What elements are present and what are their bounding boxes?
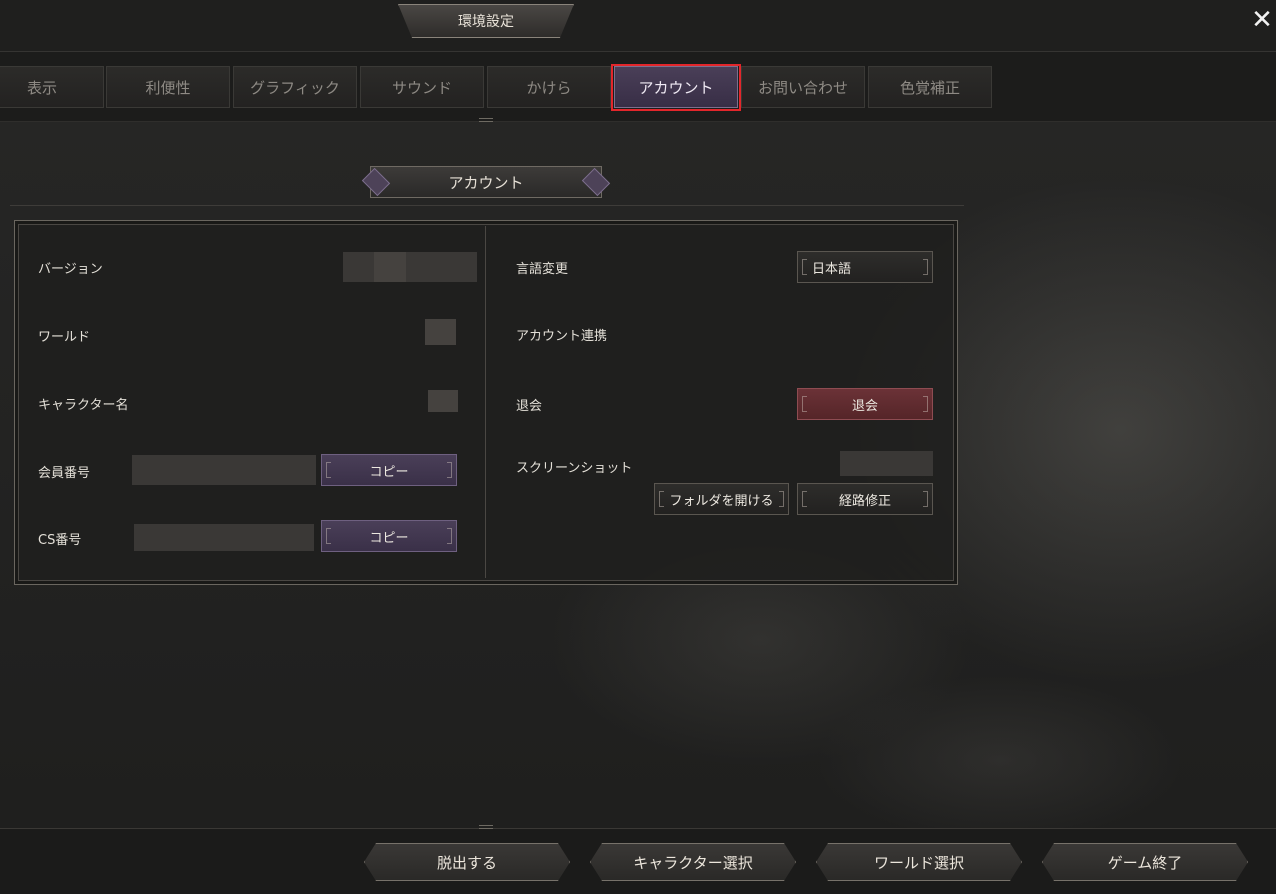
tab-label: お問い合わせ: [757, 78, 848, 97]
tab-contact[interactable]: お問い合わせ: [741, 66, 865, 108]
character-select-button[interactable]: キャラクター選択: [590, 843, 796, 881]
top-bar: [0, 0, 1276, 52]
button-label: 退会: [851, 398, 878, 414]
tab-sound[interactable]: サウンド: [360, 66, 484, 108]
window-title-text: 環境設定: [458, 14, 514, 30]
ornament: [447, 462, 452, 478]
member-copy-button[interactable]: コピー: [321, 454, 457, 486]
ornament: [802, 491, 807, 507]
character-name-label: キャラクター名: [38, 398, 129, 413]
button-label: キャラクター選択: [633, 853, 753, 872]
tab-fragments[interactable]: かけら: [487, 66, 611, 108]
member-number-label: 会員番号: [38, 466, 91, 481]
tab-label: 色覚補正: [899, 78, 960, 97]
ornament: [923, 259, 928, 275]
button-label: 経路修正: [838, 493, 891, 509]
account-link-label: アカウント連携: [516, 329, 608, 344]
tab-label: 表示: [26, 78, 57, 97]
withdraw-button[interactable]: 退会: [797, 388, 933, 420]
button-label: 脱出する: [436, 853, 497, 872]
ornament: [479, 825, 493, 829]
ornament: [326, 462, 331, 478]
world-label: ワールド: [38, 330, 91, 345]
quit-game-button[interactable]: ゲーム終了: [1042, 843, 1248, 881]
world-select-button[interactable]: ワールド選択: [816, 843, 1022, 881]
cs-number-masked: [134, 524, 314, 551]
ornament: [326, 528, 331, 544]
tab-label: かけら: [526, 78, 572, 97]
button-label: コピー: [369, 530, 409, 546]
button-label: コピー: [369, 464, 409, 480]
ornament: [779, 491, 784, 507]
button-label: ワールド選択: [873, 853, 964, 872]
ornament: [447, 528, 452, 544]
close-icon: ✕: [1251, 5, 1273, 35]
tab-highlight: [611, 64, 741, 111]
screenshot-label: スクリーンショット: [516, 461, 633, 476]
ornament: [923, 491, 928, 507]
language-label: 言語変更: [516, 262, 569, 277]
withdraw-label: 退会: [516, 399, 543, 414]
version-value-masked: [374, 252, 406, 282]
divider: [10, 205, 964, 206]
tab-display[interactable]: 表示: [0, 66, 104, 108]
open-folder-button[interactable]: フォルダを開ける: [654, 483, 789, 515]
change-path-button[interactable]: 経路修正: [797, 483, 933, 515]
tab-label: サウンド: [391, 78, 452, 97]
language-value: 日本語: [812, 261, 852, 277]
version-value-masked: [343, 252, 477, 282]
window-title: 環境設定: [398, 4, 574, 38]
world-value-masked: [425, 319, 456, 345]
tab-graphics[interactable]: グラフィック: [233, 66, 357, 108]
tab-color-correction[interactable]: 色覚補正: [868, 66, 992, 108]
member-number-masked: [132, 455, 316, 485]
ornament: [802, 396, 807, 412]
screenshot-path-masked: [840, 451, 933, 476]
ornament: [659, 491, 664, 507]
tab-account[interactable]: アカウント: [611, 64, 741, 111]
button-label: フォルダを開ける: [669, 493, 774, 509]
section-title: アカウント: [361, 166, 611, 198]
tab-label: グラフィック: [250, 78, 340, 97]
character-name-masked: [428, 390, 458, 412]
version-label: バージョン: [38, 262, 103, 277]
button-label: ゲーム終了: [1107, 853, 1183, 872]
exit-button[interactable]: 脱出する: [364, 843, 570, 881]
panel-divider: [485, 226, 486, 578]
tab-convenience[interactable]: 利便性: [106, 66, 230, 108]
ornament: [923, 396, 928, 412]
cs-number-label: CS番号: [38, 533, 82, 548]
close-button[interactable]: ✕: [1248, 6, 1276, 34]
language-select[interactable]: 日本語: [797, 251, 933, 283]
ornament: [479, 118, 493, 122]
cs-copy-button[interactable]: コピー: [321, 520, 457, 552]
section-title-text: アカウント: [448, 173, 524, 192]
tab-label: 利便性: [145, 78, 191, 97]
ornament: [802, 259, 807, 275]
